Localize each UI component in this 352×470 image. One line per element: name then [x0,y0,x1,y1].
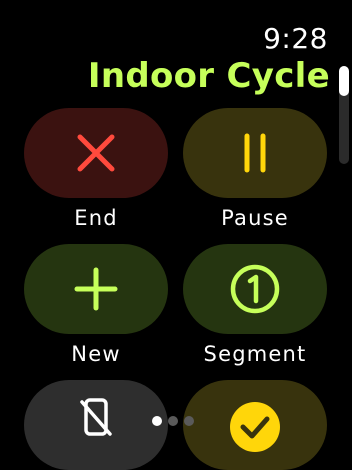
close-icon [74,131,118,175]
water-lock-button[interactable] [24,380,168,470]
page-indicator[interactable] [152,416,194,426]
page-dot [184,416,194,426]
segment-label: Segment [203,342,307,366]
page-dot [168,416,178,426]
pause-icon [237,131,273,175]
pause-label: Pause [221,206,289,230]
checkmark-icon [228,400,282,454]
pause-button[interactable] [183,108,327,198]
water-lock-icon [76,396,116,436]
page-dot [152,416,162,426]
done-button[interactable] [183,380,327,470]
status-time: 9:28 [263,22,328,55]
new-label: New [71,342,121,366]
segment-button[interactable] [183,244,327,334]
workout-title: Indoor Cycle [87,56,330,96]
end-button[interactable] [24,108,168,198]
new-workout-button[interactable] [24,244,168,334]
scroll-indicator[interactable] [339,66,349,164]
scroll-thumb[interactable] [339,66,349,96]
end-label: End [74,206,118,230]
plus-icon [72,265,120,313]
segment-1-icon [229,263,281,315]
